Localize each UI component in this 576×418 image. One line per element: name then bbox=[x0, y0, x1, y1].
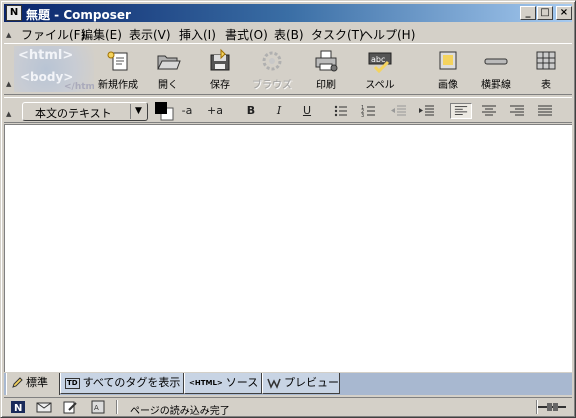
svg-text:N: N bbox=[14, 403, 22, 414]
tab-preview[interactable]: プレビュー bbox=[262, 373, 340, 394]
save-icon bbox=[210, 48, 230, 71]
pencil-icon bbox=[12, 377, 23, 388]
address-book-icon[interactable]: A bbox=[90, 400, 106, 414]
editor-content-area[interactable] bbox=[4, 124, 572, 372]
decrease-font-size-button[interactable]: -a bbox=[176, 103, 198, 119]
print-button[interactable]: 印刷 bbox=[300, 48, 352, 92]
browse-gear-icon bbox=[262, 51, 282, 71]
minimize-button[interactable]: _ bbox=[520, 6, 536, 20]
title-bar[interactable]: N 無題 - Composer _ □ × bbox=[4, 4, 572, 22]
horizontal-line-button[interactable]: 横罫線 bbox=[470, 48, 522, 92]
bullet-list-icon[interactable] bbox=[330, 103, 352, 119]
tab-normal[interactable]: 標準 bbox=[6, 373, 60, 395]
menu-insert[interactable]: 挿入(I) bbox=[179, 26, 216, 43]
outdent-icon[interactable] bbox=[388, 103, 410, 119]
svg-text:abc: abc bbox=[371, 55, 385, 64]
maximize-button[interactable]: □ bbox=[537, 6, 553, 20]
menu-help[interactable]: ヘルプ(H) bbox=[361, 26, 415, 43]
close-button[interactable]: × bbox=[556, 6, 572, 20]
mail-icon[interactable] bbox=[36, 400, 52, 414]
tab-show-all-tags[interactable]: TD すべてのタグを表示 bbox=[60, 373, 184, 394]
menu-file[interactable]: ファイル(F) bbox=[21, 26, 85, 43]
edit-mode-tabs: 標準 TD すべてのタグを表示 <HTML> ソース プレビュー bbox=[4, 373, 572, 395]
spellcheck-icon: abc bbox=[368, 52, 392, 74]
menubar-grip-icon[interactable]: ▲ bbox=[6, 31, 12, 39]
td-tag-icon: TD bbox=[65, 377, 80, 389]
menu-table[interactable]: 表(B) bbox=[274, 26, 304, 43]
svg-text:A: A bbox=[94, 404, 99, 412]
online-connection-icon[interactable] bbox=[538, 402, 566, 412]
window-title: 無題 - Composer bbox=[26, 8, 131, 22]
formatbar-grip-icon[interactable]: ▲ bbox=[6, 110, 12, 118]
chevron-down-icon[interactable]: ▼ bbox=[130, 104, 146, 119]
menu-edit[interactable]: 編集(E) bbox=[81, 26, 122, 43]
status-separator bbox=[116, 400, 118, 414]
menu-format[interactable]: 書式(O) bbox=[225, 26, 268, 43]
toolbar-grip-icon[interactable]: ▲ bbox=[6, 80, 12, 88]
status-bar: N A ページの読み込み完了 bbox=[4, 397, 572, 417]
spell-button[interactable]: abc スペル bbox=[354, 48, 406, 92]
composer-app-icon[interactable]: N bbox=[6, 5, 22, 21]
composer-window: N 無題 - Composer _ □ × ▲ ファイル(F) 編集(E) 表示… bbox=[0, 0, 576, 418]
menu-view[interactable]: 表示(V) bbox=[129, 26, 171, 43]
underline-button[interactable]: U bbox=[296, 103, 318, 119]
increase-font-size-button[interactable]: +a bbox=[204, 103, 226, 119]
align-left-icon[interactable] bbox=[450, 103, 472, 119]
align-right-icon[interactable] bbox=[506, 103, 528, 119]
indent-icon[interactable] bbox=[416, 103, 438, 119]
new-button[interactable]: 新規作成 bbox=[92, 48, 144, 92]
menu-tasks[interactable]: タスク(T) bbox=[311, 26, 364, 43]
image-icon bbox=[439, 51, 457, 70]
format-toolbar: ▲ 本文のテキスト ▼ -a +a B I U 1 2 3 bbox=[4, 97, 572, 123]
save-button[interactable]: 保存 bbox=[194, 48, 246, 92]
table-button[interactable]: 表 bbox=[520, 48, 572, 92]
paragraph-style-select[interactable]: 本文のテキスト ▼ bbox=[22, 102, 148, 121]
justify-icon[interactable] bbox=[534, 103, 556, 119]
bold-button[interactable]: B bbox=[240, 103, 262, 119]
html-source-icon: <HTML> bbox=[189, 379, 223, 387]
text-color-icon[interactable] bbox=[153, 100, 175, 122]
menu-bar: ▲ ファイル(F) 編集(E) 表示(V) 挿入(I) 書式(O) 表(B) タ… bbox=[4, 23, 572, 43]
align-center-icon[interactable] bbox=[478, 103, 500, 119]
composition-toolbar: ▲ <html> <body> </html> 新規作成 開く bbox=[4, 43, 572, 95]
numbered-list-icon[interactable]: 1 2 3 bbox=[358, 103, 380, 119]
tab-html-source[interactable]: <HTML> ソース bbox=[184, 373, 262, 394]
navigator-icon[interactable]: N bbox=[10, 400, 26, 414]
italic-button[interactable]: I bbox=[268, 103, 290, 119]
composer-logo: <html> <body> </html> bbox=[14, 46, 94, 92]
new-document-icon bbox=[107, 51, 128, 71]
browse-button[interactable]: ブラウズ bbox=[246, 48, 298, 92]
image-button[interactable]: 画像 bbox=[422, 48, 474, 92]
printer-icon bbox=[315, 50, 338, 72]
horizontal-line-icon bbox=[484, 58, 508, 65]
open-folder-icon bbox=[157, 55, 181, 70]
preview-icon bbox=[267, 378, 281, 389]
svg-text:3: 3 bbox=[361, 113, 364, 119]
status-text: ページの読み込み完了 bbox=[130, 406, 230, 417]
table-icon bbox=[536, 51, 556, 70]
open-button[interactable]: 開く bbox=[142, 48, 194, 92]
composer-icon[interactable] bbox=[62, 400, 78, 414]
